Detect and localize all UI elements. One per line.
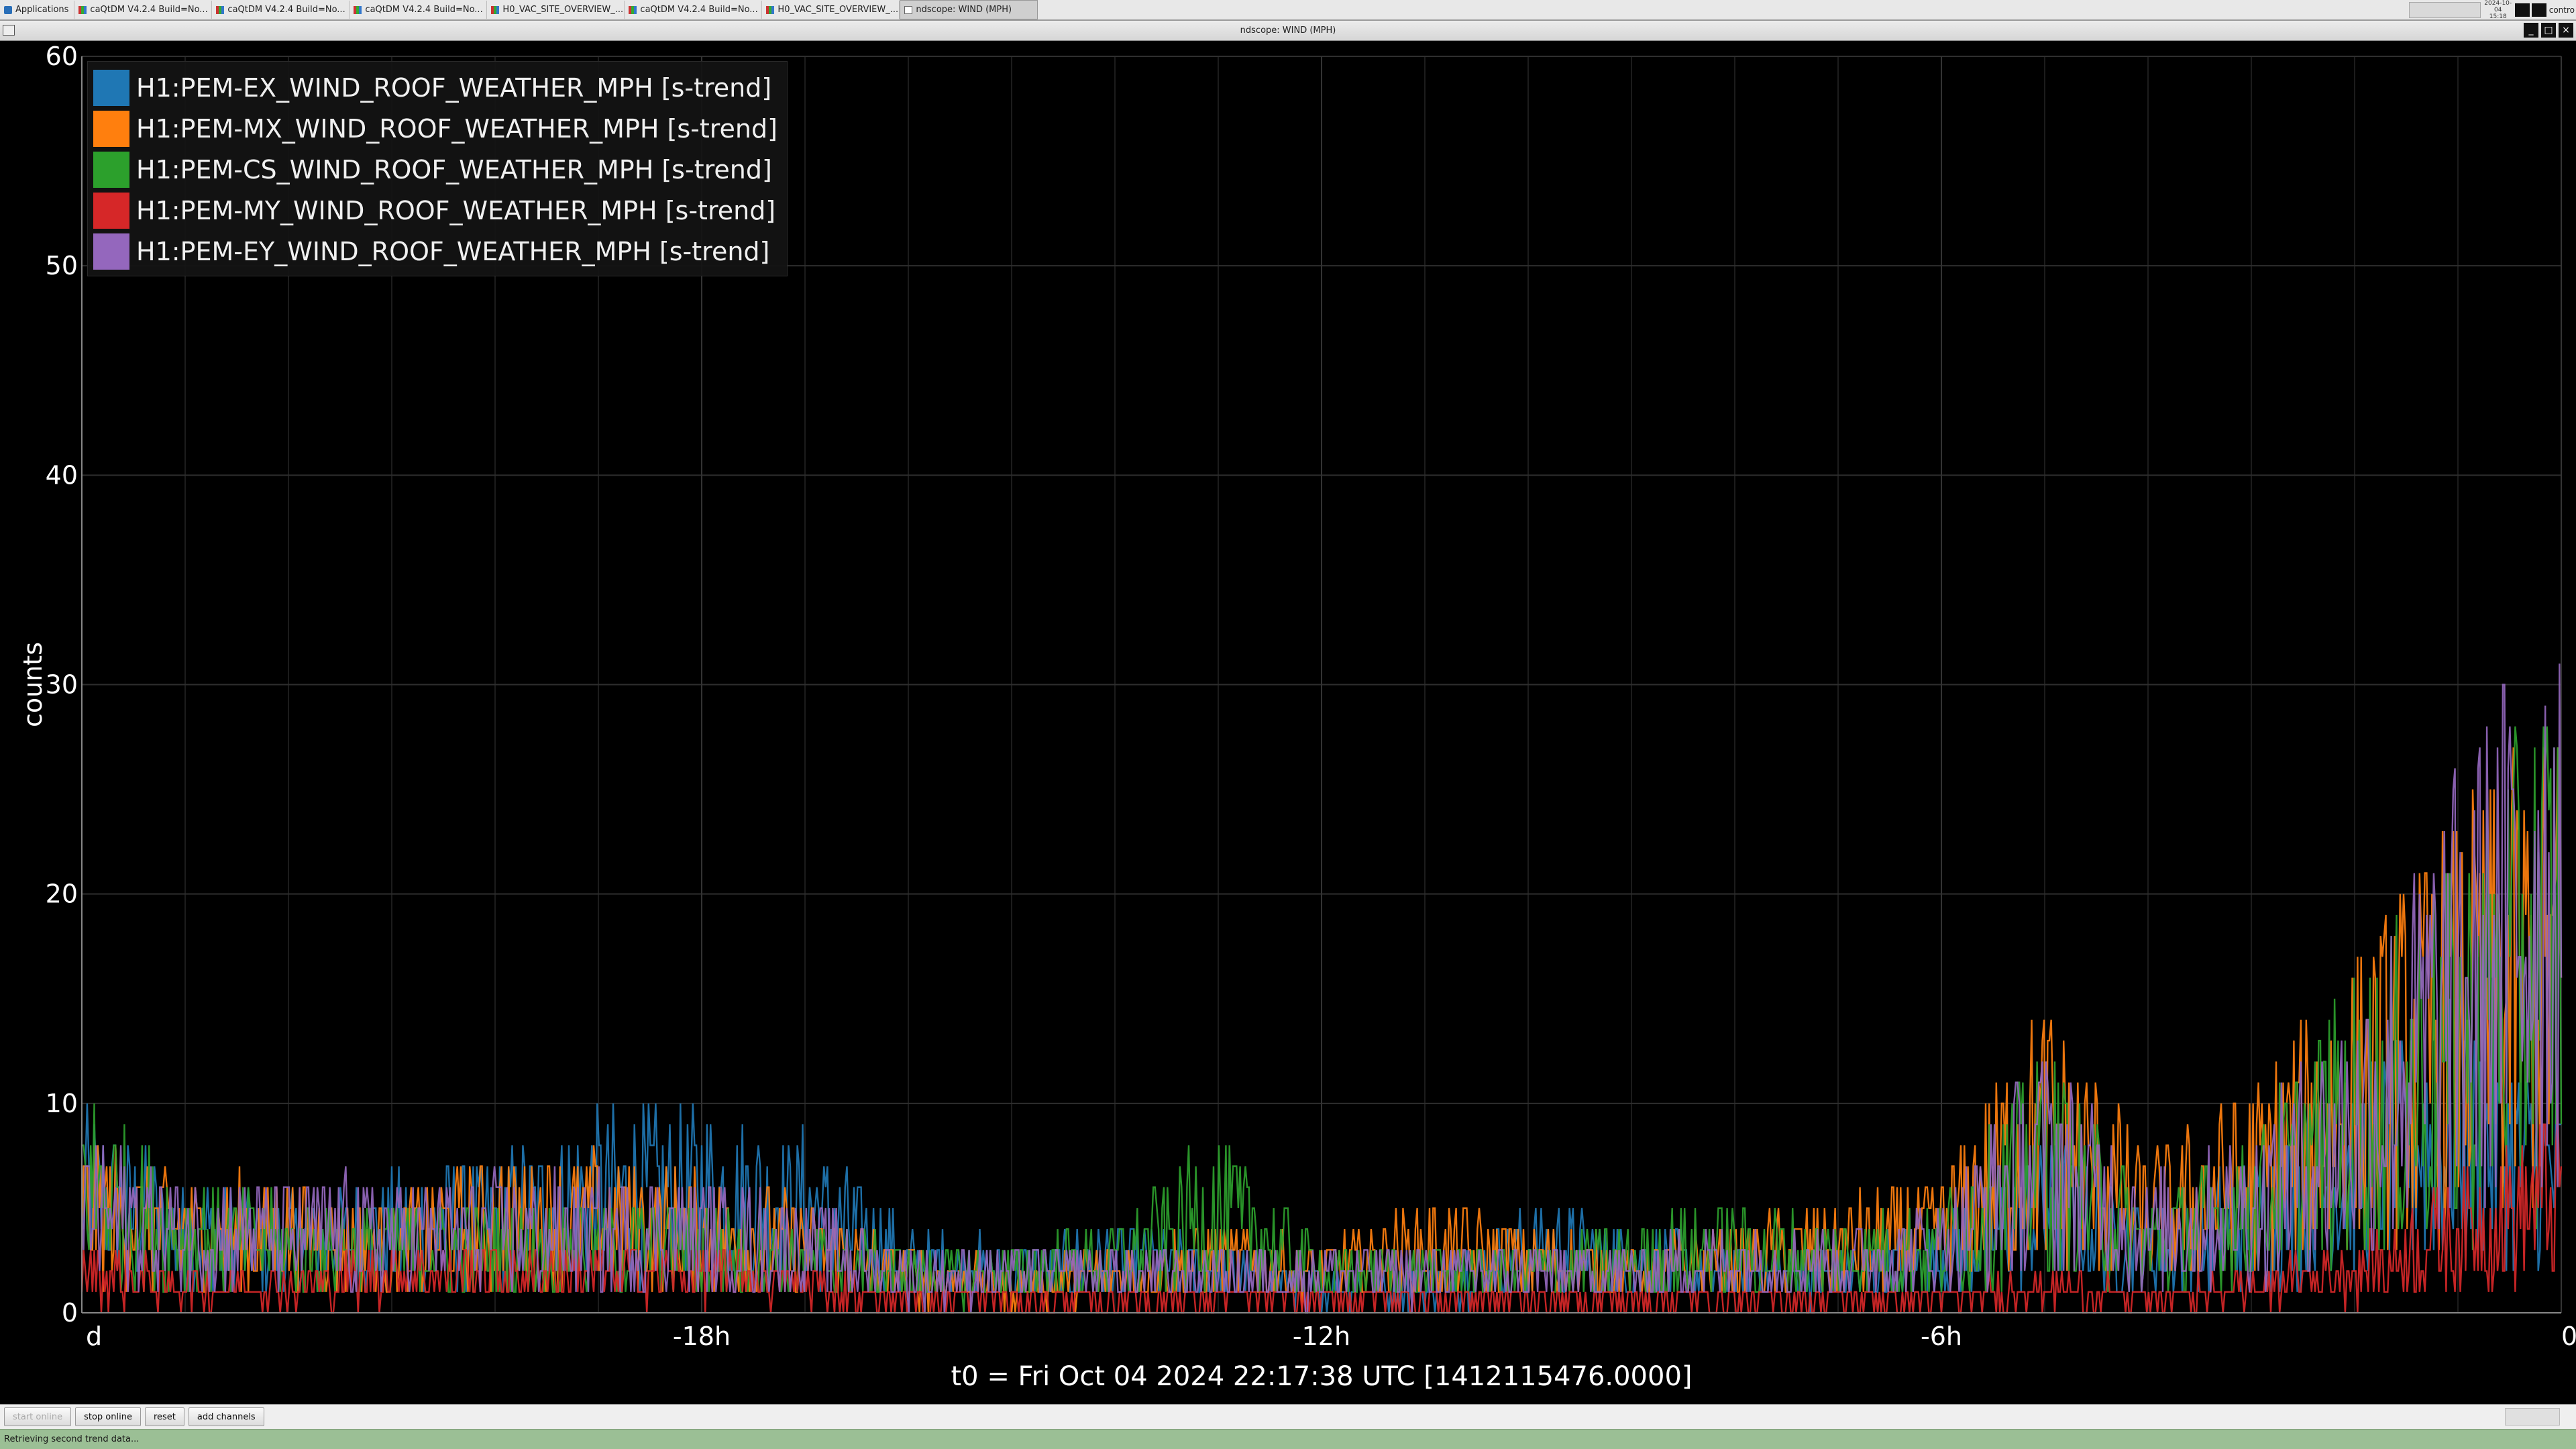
close-button[interactable]: ×: [2559, 23, 2573, 38]
taskbar-item-window[interactable]: H0_VAC_SITE_OVERVIEW_...: [487, 1, 625, 19]
y-tick-label: 30: [46, 670, 78, 700]
taskbar-item-window[interactable]: caQtDM V4.2.4 Build=No...: [212, 1, 350, 19]
y-tick-label: 50: [46, 251, 78, 280]
app-window-icon: [354, 5, 362, 14]
legend-item[interactable]: H1:PEM-CS_WIND_ROOF_WEATHER_MPH [s-trend…: [93, 149, 777, 190]
clock-date: 2024-10-04: [2484, 0, 2512, 13]
taskbar-item-window[interactable]: caQtDM V4.2.4 Build=No...: [350, 1, 488, 19]
x-tick-label: -12h: [1293, 1322, 1350, 1351]
window-controls: _ □ ×: [2521, 23, 2573, 38]
legend-item[interactable]: H1:PEM-EY_WIND_ROOF_WEATHER_MPH [s-trend…: [93, 231, 777, 272]
system-tray: 2024-10-04 15:18 contro: [2408, 0, 2576, 20]
taskbar-item-label: ndscope: WIND (MPH): [916, 5, 1012, 15]
x-tick-label: 0: [2561, 1322, 2576, 1351]
plot-legend[interactable]: H1:PEM-EX_WIND_ROOF_WEATHER_MPH [s-trend…: [87, 61, 788, 276]
y-tick-label: 10: [46, 1089, 78, 1118]
app-window-icon: [78, 5, 87, 14]
reset-button[interactable]: reset: [144, 1407, 184, 1426]
x-tick-label: d: [86, 1322, 102, 1351]
taskbar-item-label: H0_VAC_SITE_OVERVIEW_...: [777, 5, 899, 15]
y-tick-label: 40: [46, 460, 78, 490]
status-message: Retrieving second trend data...: [4, 1434, 140, 1444]
legend-swatch: [93, 151, 129, 188]
app-window-icon: [491, 5, 500, 14]
legend-label: H1:PEM-EX_WIND_ROOF_WEATHER_MPH [s-trend…: [136, 72, 772, 103]
system-load-meter: [2408, 1, 2481, 18]
taskbar-item-label: caQtDM V4.2.4 Build=No...: [365, 5, 483, 15]
desktop-taskbar: Applications caQtDM V4.2.4 Build=No... c…: [0, 0, 2576, 21]
legend-swatch: [93, 192, 129, 229]
status-bar: Retrieving second trend data...: [0, 1429, 2576, 1449]
plot-area[interactable]: 0 10 20 30 40 50 60 d -18h -12h -6h 0 t0 = Fri Oct 0…: [0, 41, 2576, 1404]
clock[interactable]: 2024-10-04 15:18: [2483, 0, 2513, 20]
legend-label: H1:PEM-EY_WIND_ROOF_WEATHER_MPH [s-trend…: [136, 236, 770, 266]
app-window-icon: [629, 5, 637, 14]
maximize-button[interactable]: □: [2541, 23, 2556, 38]
taskbar-item-label: caQtDM V4.2.4 Build=No...: [640, 5, 758, 15]
add-channels-button[interactable]: add channels: [188, 1407, 264, 1426]
app-window-icon: [766, 5, 775, 14]
stop-online-button[interactable]: stop online: [75, 1407, 141, 1426]
legend-swatch: [93, 233, 129, 270]
legend-label: H1:PEM-MY_WIND_ROOF_WEATHER_MPH [s-trend…: [136, 195, 776, 225]
ndscope-icon: [904, 5, 913, 14]
taskbar-item-window[interactable]: caQtDM V4.2.4 Build=No...: [74, 1, 213, 19]
x-tick-label: -6h: [1921, 1322, 1962, 1351]
ndscope-toolbar: start online stop online reset add chann…: [0, 1404, 2576, 1429]
clock-time: 15:18: [2489, 13, 2507, 20]
taskbar-item-applications[interactable]: Applications: [0, 1, 75, 19]
toolbar-control[interactable]: [2505, 1408, 2560, 1426]
legend-label: H1:PEM-MX_WIND_ROOF_WEATHER_MPH [s-trend…: [136, 113, 777, 144]
display-icon[interactable]: [2531, 3, 2546, 17]
window-titlebar[interactable]: ndscope: WIND (MPH) _ □ ×: [0, 21, 2576, 41]
legend-swatch: [93, 110, 129, 147]
minimize-button[interactable]: _: [2524, 23, 2538, 38]
taskbar-item-label: Applications: [15, 5, 69, 15]
taskbar-item-ndscope[interactable]: ndscope: WIND (MPH): [900, 0, 1038, 19]
y-axis-label: counts: [18, 642, 48, 727]
network-icon[interactable]: [2514, 3, 2530, 17]
taskbar-item-label: caQtDM V4.2.4 Build=No...: [90, 5, 208, 15]
taskbar-item-window[interactable]: H0_VAC_SITE_OVERVIEW_...: [762, 1, 900, 19]
y-tick-label: 20: [46, 879, 78, 909]
taskbar-item-window[interactable]: caQtDM V4.2.4 Build=No...: [625, 1, 763, 19]
legend-swatch: [93, 69, 129, 106]
y-tick-label: 0: [62, 1298, 78, 1328]
legend-item[interactable]: H1:PEM-EX_WIND_ROOF_WEATHER_MPH [s-trend…: [93, 67, 777, 108]
start-online-button[interactable]: start online: [4, 1407, 72, 1426]
x-axis-label: t0 = Fri Oct 04 2024 22:17:38 UTC [14121…: [951, 1361, 1692, 1392]
app-window-icon: [216, 5, 225, 14]
taskbar-item-label: H0_VAC_SITE_OVERVIEW_...: [502, 5, 624, 15]
legend-item[interactable]: H1:PEM-MY_WIND_ROOF_WEATHER_MPH [s-trend…: [93, 190, 777, 231]
x-tick-label: -18h: [673, 1322, 731, 1351]
taskbar-item-label: caQtDM V4.2.4 Build=No...: [227, 5, 345, 15]
legend-item[interactable]: H1:PEM-MX_WIND_ROOF_WEATHER_MPH [s-trend…: [93, 108, 777, 149]
applications-icon: [4, 5, 12, 14]
window-title: ndscope: WIND (MPH): [1240, 25, 1336, 36]
user-name[interactable]: contro: [2549, 5, 2575, 15]
legend-label: H1:PEM-CS_WIND_ROOF_WEATHER_MPH [s-trend…: [136, 154, 772, 184]
y-tick-label: 60: [46, 42, 78, 71]
